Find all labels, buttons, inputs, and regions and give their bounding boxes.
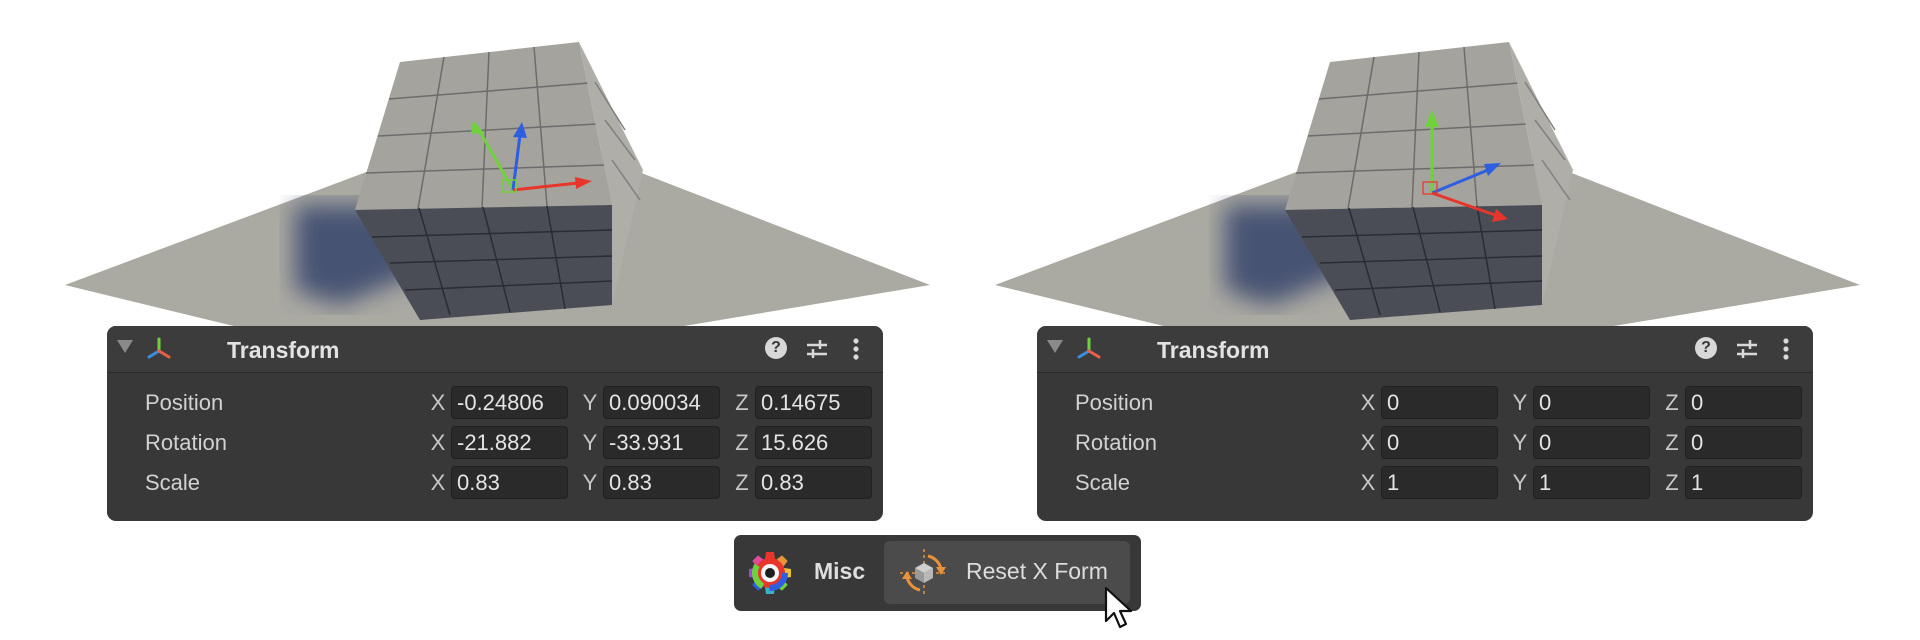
- rotation-x-field[interactable]: -21.882: [451, 426, 568, 459]
- axis-label-z: Z: [735, 430, 749, 455]
- axis-label-x: X: [1360, 430, 1376, 455]
- position-y-field[interactable]: 0: [1533, 386, 1650, 419]
- misc-toolbar: Misc Reset X Form: [734, 535, 1141, 611]
- position-row: Position X 0 Y 0 Z 0: [1037, 386, 1813, 422]
- mouse-pointer-icon: [1104, 586, 1133, 629]
- scale-row: Scale X 1 Y 1 Z 1: [1037, 466, 1813, 502]
- transform-axes-icon: [147, 337, 171, 359]
- rotation-y-field[interactable]: -33.931: [603, 426, 720, 459]
- row-label: Position: [145, 390, 224, 415]
- panel-header: Transform ?: [107, 326, 883, 373]
- scale-z-field[interactable]: 0.83: [755, 466, 872, 499]
- axis-label-y: Y: [1512, 430, 1528, 455]
- position-x-field[interactable]: 0: [1381, 386, 1498, 419]
- scale-row: Scale X 0.83 Y 0.83 Z 0.83: [107, 466, 883, 502]
- axis-label-z: Z: [735, 390, 749, 415]
- axis-label-y: Y: [582, 430, 598, 455]
- position-x-field[interactable]: -0.24806: [451, 386, 568, 419]
- row-label: Rotation: [145, 430, 227, 455]
- scale-y-field[interactable]: 0.83: [603, 466, 720, 499]
- axis-label-x: X: [1360, 390, 1376, 415]
- axis-label-y: Y: [582, 390, 598, 415]
- row-label: Rotation: [1075, 430, 1157, 455]
- rotation-row: Rotation X 0 Y 0 Z 0: [1037, 426, 1813, 462]
- rotation-y-field[interactable]: 0: [1533, 426, 1650, 459]
- row-label: Position: [1075, 390, 1154, 415]
- rotation-z-field[interactable]: 15.626: [755, 426, 872, 459]
- axis-label-z: Z: [1665, 430, 1679, 455]
- axis-label-x: X: [430, 470, 446, 495]
- axis-label-x: X: [1360, 470, 1376, 495]
- scale-x-field[interactable]: 1: [1381, 466, 1498, 499]
- scale-z-field[interactable]: 1: [1685, 466, 1802, 499]
- misc-category-label: Misc: [814, 558, 866, 584]
- kebab-menu-icon[interactable]: [1781, 337, 1791, 361]
- rotation-x-field[interactable]: 0: [1381, 426, 1498, 459]
- question-mark-icon[interactable]: ?: [1695, 337, 1717, 359]
- scene-viewport-after[interactable]: [980, 0, 1910, 340]
- reset-xform-label: Reset X Form: [966, 558, 1108, 584]
- sliders-icon[interactable]: [1735, 337, 1759, 361]
- axis-label-z: Z: [1665, 470, 1679, 495]
- scene-after-graphic: [995, 42, 1860, 330]
- axis-label-y: Y: [1512, 390, 1528, 415]
- scene-before-graphic: [65, 42, 930, 330]
- rotation-row: Rotation X -21.882 Y -33.931 Z 15.626: [107, 426, 883, 462]
- axis-label-x: X: [430, 390, 446, 415]
- row-label: Scale: [145, 470, 201, 495]
- triangle-down-icon[interactable]: [1047, 340, 1063, 353]
- panel-title: Transform: [227, 337, 340, 363]
- gear-icon: [749, 552, 791, 594]
- position-z-field[interactable]: 0: [1685, 386, 1802, 419]
- reset-xform-button[interactable]: Reset X Form: [884, 541, 1130, 604]
- transform-panel-after: Transform ? Position X 0 Y 0 Z 0 Rotatio…: [1037, 326, 1813, 521]
- rotation-z-field[interactable]: 0: [1685, 426, 1802, 459]
- question-mark-icon[interactable]: ?: [765, 337, 787, 359]
- triangle-down-icon[interactable]: [117, 340, 133, 353]
- scale-y-field[interactable]: 1: [1533, 466, 1650, 499]
- axis-label-z: Z: [735, 470, 749, 495]
- axis-label-y: Y: [582, 470, 598, 495]
- position-y-field[interactable]: 0.090034: [603, 386, 720, 419]
- scene-viewport-before[interactable]: [50, 0, 980, 340]
- transform-panel-before: Transform ? Position X -0.24806 Y 0.0900…: [107, 326, 883, 521]
- sliders-icon[interactable]: [805, 337, 829, 361]
- row-label: Scale: [1075, 470, 1131, 495]
- panel-title: Transform: [1157, 337, 1270, 363]
- axis-label-x: X: [430, 430, 446, 455]
- position-z-field[interactable]: 0.14675: [755, 386, 872, 419]
- axis-label-y: Y: [1512, 470, 1528, 495]
- scale-x-field[interactable]: 0.83: [451, 466, 568, 499]
- reset-transform-icon: [900, 549, 948, 597]
- panel-header: Transform ?: [1037, 326, 1813, 373]
- kebab-menu-icon[interactable]: [851, 337, 861, 361]
- transform-axes-icon: [1077, 337, 1101, 359]
- axis-label-z: Z: [1665, 390, 1679, 415]
- position-row: Position X -0.24806 Y 0.090034 Z 0.14675: [107, 386, 883, 422]
